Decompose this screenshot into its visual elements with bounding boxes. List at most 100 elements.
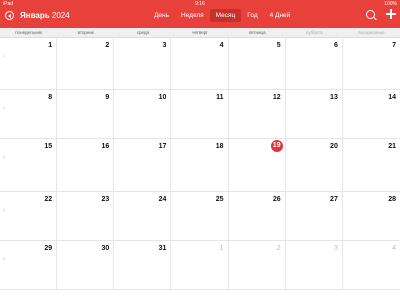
week-number: 1 — [3, 53, 6, 58]
day-number: 21 — [388, 143, 396, 150]
month-grid: 11 2 3 4 5 6 7 28 9 10 11 12 13 14 3 15 1… — [0, 38, 400, 300]
view-tabs: День Неделя Месяц Год 4 Дней — [148, 9, 296, 22]
day-cell[interactable]: 25 — [171, 192, 229, 241]
day-number: 6 — [333, 42, 338, 49]
day-cell-other-month[interactable]: 3 — [285, 241, 343, 290]
day-number: 1 — [219, 245, 224, 252]
day-number: 18 — [215, 143, 224, 150]
week-number: 2 — [3, 105, 6, 110]
day-cell[interactable]: 11 — [0, 38, 58, 90]
day-cell[interactable]: 7 — [342, 38, 400, 90]
weekday-label: четверг — [192, 30, 208, 35]
day-cell[interactable]: 24 — [114, 192, 172, 241]
week-number: 4 — [3, 207, 6, 212]
day-number: 2 — [276, 245, 281, 252]
weekday-label: пятница — [248, 30, 266, 35]
day-number: 8 — [48, 94, 53, 101]
day-cell[interactable]: 31 — [114, 241, 172, 290]
day-cell[interactable]: 12 — [228, 90, 286, 139]
day-number: 24 — [158, 196, 167, 203]
day-number: 26 — [272, 196, 281, 203]
day-cell[interactable]: 30 — [57, 241, 115, 290]
day-number: 20 — [330, 143, 338, 150]
back-icon[interactable] — [5, 11, 14, 20]
add-icon[interactable] — [386, 9, 396, 19]
day-cell[interactable]: 11 — [171, 90, 229, 139]
day-cell[interactable]: 6 — [285, 38, 343, 90]
day-cell[interactable]: 28 — [0, 90, 58, 139]
day-cell-other-month[interactable]: 2 — [228, 241, 286, 290]
day-cell[interactable]: 18 — [171, 139, 229, 192]
day-number: 4 — [392, 245, 396, 252]
tab-4-days[interactable]: 4 Дней — [264, 9, 297, 22]
weekday-header: понедельник вторник среда четверг пятниц… — [0, 28, 400, 38]
day-cell[interactable]: 3 — [114, 38, 172, 90]
day-number: 3 — [162, 42, 167, 49]
day-number: 13 — [330, 94, 338, 101]
day-number: 9 — [105, 94, 110, 101]
time-label: 9:16 — [195, 1, 205, 7]
day-number: 23 — [101, 196, 110, 203]
tab-month[interactable]: Месяц — [209, 9, 242, 22]
day-number: 2 — [105, 42, 110, 49]
day-cell[interactable]: 13 — [285, 90, 343, 139]
month-name: Январь — [20, 11, 50, 20]
day-number: 25 — [215, 196, 224, 203]
day-cell[interactable]: 5 — [228, 38, 286, 90]
weekday-label: понедельник — [15, 30, 42, 35]
day-cell[interactable]: 23 — [57, 192, 115, 241]
year-label: 2024 — [51, 11, 70, 20]
day-number: 28 — [388, 196, 396, 203]
day-number: 30 — [101, 245, 110, 252]
day-cell[interactable]: 4 — [171, 38, 229, 90]
day-cell[interactable]: 28 — [342, 192, 400, 241]
battery-label: 100% — [384, 1, 397, 7]
day-cell-other-month[interactable]: 4 — [342, 241, 400, 290]
week-number: 3 — [3, 154, 6, 159]
weekday-label: среда — [136, 30, 149, 35]
day-cell[interactable]: 17 — [114, 139, 172, 192]
day-number: 5 — [276, 42, 281, 49]
day-number: 22 — [44, 196, 53, 203]
day-number: 10 — [158, 94, 167, 101]
day-number: 1 — [48, 42, 53, 49]
day-number: 15 — [44, 143, 53, 150]
day-cell[interactable]: 16 — [57, 139, 115, 192]
day-number: 27 — [330, 196, 338, 203]
weekday-label: воскресенье — [358, 30, 385, 35]
top-bar: iPad 9:16 100% Январь 2024 День Неделя М… — [0, 0, 400, 28]
day-cell[interactable]: 10 — [114, 90, 172, 139]
tab-day[interactable]: День — [148, 9, 175, 22]
search-icon[interactable] — [366, 10, 375, 19]
week-number: 5 — [3, 256, 6, 261]
day-cell[interactable]: 26 — [228, 192, 286, 241]
day-cell[interactable]: 21 — [342, 139, 400, 192]
today-marker: 19 — [270, 140, 283, 152]
day-cell[interactable]: 27 — [285, 192, 343, 241]
day-cell[interactable]: 20 — [285, 139, 343, 192]
day-cell-other-month[interactable]: 1 — [171, 241, 229, 290]
day-number: 3 — [333, 245, 338, 252]
weekday-label: суббота — [305, 30, 323, 35]
day-cell[interactable]: 3 15 — [0, 139, 58, 192]
day-number: 11 — [216, 94, 224, 101]
tab-week[interactable]: Неделя — [175, 9, 210, 22]
weekday-label: вторник — [77, 30, 94, 35]
day-number: 14 — [388, 94, 396, 101]
tab-year[interactable]: Год — [241, 9, 263, 22]
day-cell[interactable]: 14 — [342, 90, 400, 139]
day-cell[interactable]: 9 — [57, 90, 115, 139]
day-cell[interactable]: 5 29 — [0, 241, 58, 290]
day-number: 16 — [101, 143, 110, 150]
day-cell-today[interactable]: 19 — [228, 139, 286, 192]
day-number: 31 — [158, 245, 167, 252]
day-number: 29 — [44, 245, 53, 252]
status-bar: iPad 9:16 100% — [0, 0, 400, 7]
day-cell[interactable]: 2 — [57, 38, 115, 90]
day-number: 4 — [219, 42, 224, 49]
day-cell[interactable]: 4 22 — [0, 192, 58, 241]
month-title[interactable]: Январь 2024 — [20, 11, 70, 20]
day-number: 12 — [272, 94, 281, 101]
day-number: 7 — [392, 42, 396, 49]
day-number: 17 — [158, 143, 167, 150]
